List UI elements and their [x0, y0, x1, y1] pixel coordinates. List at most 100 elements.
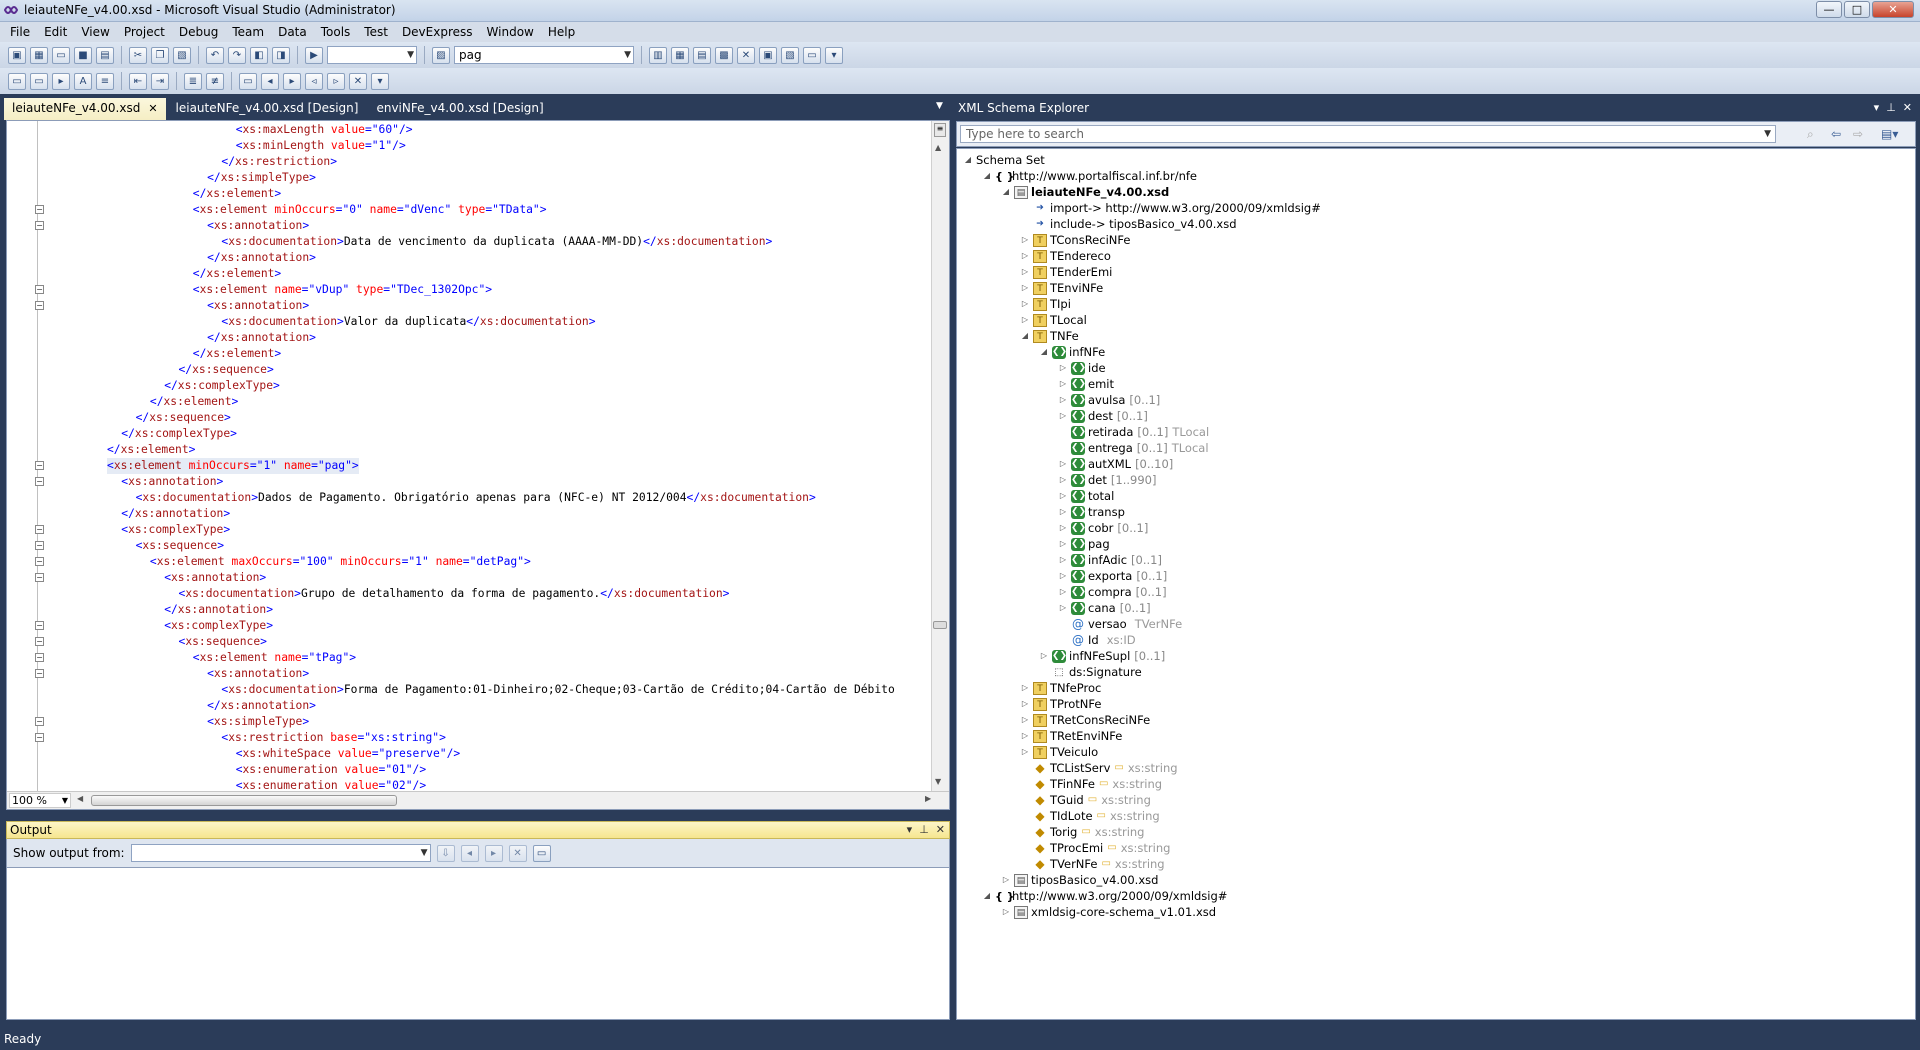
tree-node[interactable]: ▷ ❮❯ pag [1058, 536, 1110, 552]
tree-node[interactable]: ▷ T TIpi [1020, 296, 1071, 312]
collapse-region-icon[interactable]: − [35, 717, 44, 726]
window-position-icon[interactable]: ▾ [1874, 101, 1880, 114]
collapse-region-icon[interactable]: − [35, 461, 44, 470]
code-line[interactable]: </xs:complexType> [121, 426, 237, 442]
tree-node[interactable]: ▷ ❮❯ avulsa [0..1] [1058, 392, 1160, 408]
expand-arrow-icon[interactable]: ▷ [1020, 296, 1030, 312]
code-line[interactable]: <xs:element minOccurs="1" name="pag"> [107, 458, 359, 474]
minimize-button[interactable]: — [1816, 1, 1842, 18]
save-icon[interactable]: ■ [74, 46, 92, 64]
toolbox-icon[interactable]: ▩ [715, 46, 733, 64]
expand-arrow-icon[interactable]: ▷ [1020, 680, 1030, 696]
find-in-files-icon[interactable]: ▨ [432, 46, 450, 64]
format-document-icon[interactable]: ≡ [96, 72, 114, 90]
expand-arrow-icon[interactable]: ▷ [1058, 360, 1068, 376]
show-output-from-combo[interactable]: ▼ [130, 844, 431, 862]
pin-icon[interactable]: ⊥ [919, 823, 929, 836]
collapse-arrow-icon[interactable]: ◢ [1001, 184, 1011, 200]
indent-icon[interactable]: ⇥ [151, 72, 169, 90]
outdent-icon[interactable]: ⇤ [129, 72, 147, 90]
add-item-icon[interactable]: ▦ [30, 46, 48, 64]
code-line[interactable]: </xs:annotation> [207, 330, 316, 346]
code-line[interactable]: </xs:element> [150, 394, 238, 410]
tree-node[interactable]: ▷ T TNfeProc [1020, 680, 1101, 696]
tree-node[interactable]: ◆ TCListServ ▭ xs:string [1020, 760, 1177, 776]
back-arrow-icon[interactable]: ⇦ [1831, 127, 1841, 141]
tree-node[interactable]: ▷ ❮❯ dest [0..1] [1058, 408, 1148, 424]
expand-arrow-icon[interactable]: ▷ [1058, 504, 1068, 520]
menu-item-file[interactable]: File [3, 25, 37, 39]
expand-arrow-icon[interactable]: ▷ [1058, 568, 1068, 584]
expand-arrow-icon[interactable]: ▷ [1058, 536, 1068, 552]
cut-icon[interactable]: ✂ [129, 46, 147, 64]
code-line[interactable]: <xs:enumeration value="02"/> [236, 778, 426, 792]
tree-node[interactable]: ▷ ▤ tiposBasico_v4.00.xsd [1001, 872, 1159, 888]
code-line[interactable]: </xs:complexType> [164, 378, 280, 394]
next-bookmark-folder-icon[interactable]: ▹ [327, 72, 345, 90]
code-line[interactable]: <xs:complexType> [164, 618, 273, 634]
code-editor[interactable]: <xs:maxLength value="60"/> <xs:minLength … [6, 120, 950, 810]
tree-node[interactable]: ❮❯ retirada [0..1] TLocal [1058, 424, 1209, 440]
tree-node[interactable]: ▷ ❮❯ compra [0..1] [1058, 584, 1167, 600]
collapse-arrow-icon[interactable]: ◢ [963, 152, 973, 168]
code-line[interactable]: <xs:documentation>Dados de Pagamento. Ob… [136, 490, 816, 506]
next-bookmark-icon[interactable]: ▸ [283, 72, 301, 90]
expand-arrow-icon[interactable]: ▷ [1020, 312, 1030, 328]
code-line[interactable]: </xs:element> [193, 266, 281, 282]
tree-node[interactable]: ▷ ❮❯ cobr [0..1] [1058, 520, 1148, 536]
expand-arrow-icon[interactable]: ▷ [1058, 520, 1068, 536]
output-text-area[interactable] [6, 867, 950, 1020]
tree-node[interactable]: ▷ T TEndereco [1020, 248, 1111, 264]
tree-node[interactable]: ▷ ▤ xmldsig-core-schema_v1.01.xsd [1001, 904, 1216, 920]
tree-node[interactable]: ▷ ❮❯ infAdic [0..1] [1058, 552, 1162, 568]
tree-node[interactable]: ❮❯ entrega [0..1] TLocal [1058, 440, 1209, 456]
tree-node[interactable]: ➔ import-> http://www.w3.org/2000/09/xmld… [1020, 200, 1321, 216]
start-page-icon[interactable]: ▣ [759, 46, 777, 64]
previous-bookmark-icon[interactable]: ◂ [261, 72, 279, 90]
code-line[interactable]: <xs:documentation>Valor da duplicata</xs… [221, 314, 595, 330]
toggle-word-wrap-icon[interactable]: ▭ [532, 844, 551, 862]
tree-node[interactable]: ◢ Schema Set [963, 152, 1045, 168]
code-line[interactable]: <xs:maxLength value="60"/> [236, 122, 413, 138]
code-line[interactable]: <xs:simpleType> [207, 714, 309, 730]
collapse-region-icon[interactable]: − [35, 621, 44, 630]
close-pane-icon[interactable]: ✕ [936, 823, 945, 836]
tree-node[interactable]: ▷ T TEnviNFe [1020, 280, 1103, 296]
code-line[interactable]: </xs:element> [193, 186, 281, 202]
expand-arrow-icon[interactable]: ▷ [1058, 472, 1068, 488]
code-line[interactable]: </xs:annotation> [207, 698, 316, 714]
menu-item-project[interactable]: Project [117, 25, 172, 39]
split-handle-icon[interactable]: ≡ [934, 123, 946, 137]
expand-arrow-icon[interactable]: ▷ [1039, 648, 1049, 664]
pin-icon[interactable]: ⊥ [1886, 101, 1896, 114]
tree-node[interactable]: ▷ ❮❯ exporta [0..1] [1058, 568, 1167, 584]
bookmark-options-icon[interactable]: ▾ [371, 72, 389, 90]
expand-arrow-icon[interactable]: ▷ [1020, 264, 1030, 280]
expand-arrow-icon[interactable]: ▷ [1020, 280, 1030, 296]
expand-arrow-icon[interactable]: ▷ [1058, 488, 1068, 504]
extension-manager-icon[interactable]: ▧ [781, 46, 799, 64]
code-line[interactable]: <xs:annotation> [164, 570, 266, 586]
clear-bookmarks-icon[interactable]: ✕ [349, 72, 367, 90]
tree-node[interactable]: ⬚ ds:Signature [1039, 664, 1141, 680]
tree-node[interactable]: ▷ ❮❯ total [1058, 488, 1114, 504]
expand-arrow-icon[interactable]: ▷ [1058, 376, 1068, 392]
menu-item-data[interactable]: Data [271, 25, 314, 39]
tree-node[interactable]: ▷ ❮❯ ide [1058, 360, 1106, 376]
menu-item-debug[interactable]: Debug [172, 25, 225, 39]
object-browser-icon[interactable]: ▤ [693, 46, 711, 64]
tab-list-dropdown-icon[interactable]: ▼ [936, 101, 943, 111]
scroll-up-icon[interactable]: ▲ [935, 143, 941, 152]
collapse-arrow-icon[interactable]: ◢ [982, 888, 992, 904]
expand-arrow-icon[interactable]: ▷ [1020, 712, 1030, 728]
expand-arrow-icon[interactable]: ▷ [1058, 408, 1068, 424]
tab-envinfe-design[interactable]: enviNFe_v4.00.xsd [Design] [368, 98, 551, 120]
code-line[interactable]: <xs:complexType> [121, 522, 230, 538]
code-line[interactable]: </xs:restriction> [221, 154, 337, 170]
previous-message-icon[interactable]: ◂ [460, 844, 479, 862]
tree-node[interactable]: ▷ ❮❯ det [1..990] [1058, 472, 1157, 488]
code-line[interactable]: <xs:documentation>Grupo de detalhamento … [179, 586, 730, 602]
tree-node[interactable]: ◆ TGuid ▭ xs:string [1020, 792, 1151, 808]
expand-arrow-icon[interactable]: ▷ [1058, 456, 1068, 472]
menu-item-tools[interactable]: Tools [314, 25, 358, 39]
